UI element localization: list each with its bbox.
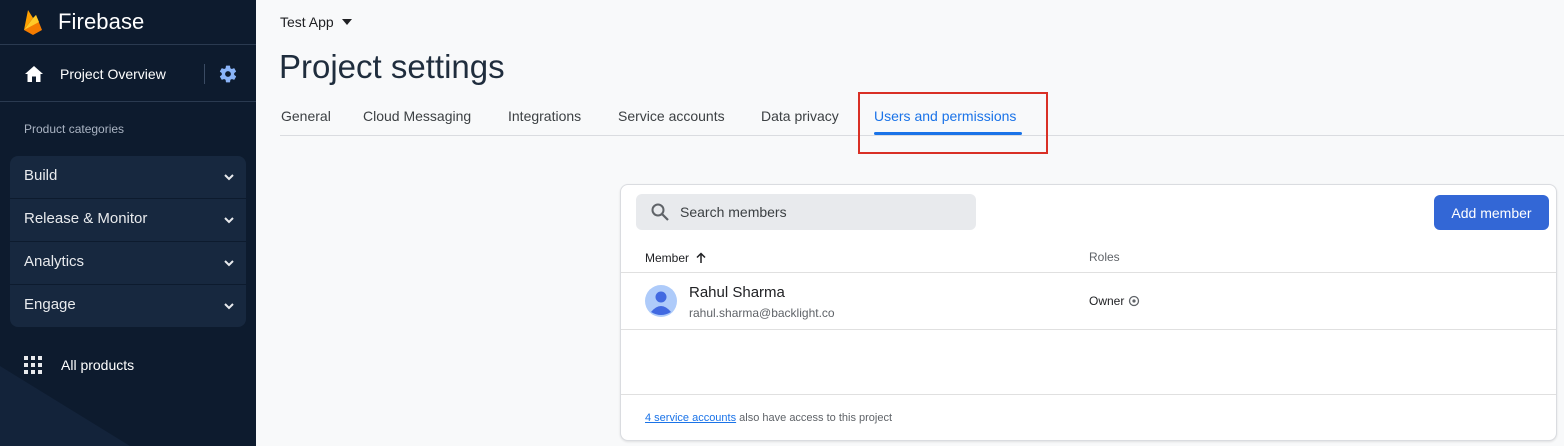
project-selector[interactable]: Test App bbox=[280, 14, 352, 30]
add-member-button[interactable]: Add member bbox=[1434, 195, 1549, 230]
table-divider bbox=[621, 329, 1556, 330]
member-name: Rahul Sharma bbox=[689, 284, 785, 301]
chevron-down-icon bbox=[224, 217, 234, 224]
search-input[interactable] bbox=[680, 202, 960, 222]
category-label: Release & Monitor bbox=[24, 210, 148, 227]
chevron-down-icon bbox=[224, 174, 234, 181]
category-label: Engage bbox=[24, 296, 76, 313]
all-products-label: All products bbox=[61, 357, 135, 373]
members-card: Add member Member Roles Rahul Sharma rah… bbox=[620, 184, 1557, 441]
search-icon bbox=[651, 203, 669, 221]
chevron-down-icon bbox=[224, 260, 234, 267]
column-header-roles: Roles bbox=[1089, 250, 1120, 264]
brand-name: Firebase bbox=[58, 9, 145, 34]
member-email: rahul.sharma@backlight.co bbox=[689, 306, 835, 320]
sidebar-divider bbox=[0, 101, 256, 102]
table-divider bbox=[621, 272, 1556, 273]
chevron-down-icon bbox=[224, 303, 234, 310]
category-label: Build bbox=[24, 167, 58, 184]
service-accounts-text: also have access to this project bbox=[739, 412, 893, 424]
caret-down-icon bbox=[341, 19, 352, 25]
project-overview-link[interactable]: Project Overview bbox=[0, 54, 256, 94]
search-bar[interactable] bbox=[636, 194, 976, 230]
column-header-member[interactable]: Member bbox=[645, 251, 707, 265]
home-icon bbox=[25, 66, 43, 82]
category-engage[interactable]: Engage bbox=[10, 285, 246, 327]
table-divider bbox=[621, 394, 1556, 395]
tab-integrations[interactable]: Integrations bbox=[508, 108, 581, 124]
category-build[interactable]: Build bbox=[10, 156, 246, 198]
firebase-logo-icon bbox=[24, 10, 42, 35]
project-overview-label: Project Overview bbox=[60, 66, 166, 82]
category-label: Analytics bbox=[24, 253, 85, 270]
category-release-monitor[interactable]: Release & Monitor bbox=[10, 199, 246, 241]
sort-ascending-icon bbox=[696, 252, 706, 263]
page-title: Project settings bbox=[279, 48, 505, 85]
overview-divider bbox=[204, 64, 205, 84]
product-categories-label: Product categories bbox=[24, 122, 125, 136]
project-name: Test App bbox=[280, 14, 334, 30]
sidebar: Firebase Project Overview Product catego… bbox=[0, 0, 256, 446]
tab-cloud-messaging[interactable]: Cloud Messaging bbox=[363, 108, 471, 124]
all-products-link[interactable]: All products bbox=[0, 350, 256, 380]
service-accounts-note: 4 service accounts also have access to t… bbox=[645, 412, 892, 424]
tab-service-accounts[interactable]: Service accounts bbox=[618, 108, 725, 124]
role-info-icon[interactable] bbox=[1128, 295, 1140, 307]
tab-general[interactable]: General bbox=[281, 108, 331, 124]
role-label: Owner bbox=[1089, 294, 1125, 308]
tab-data-privacy[interactable]: Data privacy bbox=[761, 108, 839, 124]
service-accounts-link[interactable]: 4 service accounts bbox=[645, 412, 736, 424]
product-categories: Build Release & Monitor Analytics Engage bbox=[10, 156, 246, 327]
firebase-brand[interactable]: Firebase bbox=[22, 6, 144, 38]
avatar bbox=[645, 285, 677, 317]
apps-grid-icon bbox=[24, 356, 42, 374]
gear-icon[interactable] bbox=[218, 64, 238, 84]
highlight-annotation bbox=[858, 92, 1048, 154]
category-analytics[interactable]: Analytics bbox=[10, 242, 246, 284]
column-header-member-label: Member bbox=[645, 251, 690, 265]
member-role: Owner bbox=[1089, 294, 1140, 308]
sidebar-divider bbox=[0, 44, 256, 45]
